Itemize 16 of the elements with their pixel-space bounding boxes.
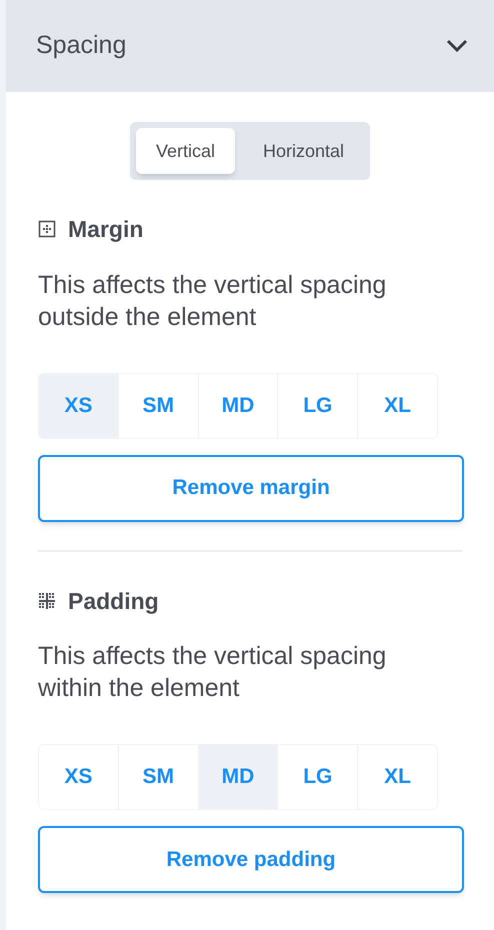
remove-button[interactable]: Remove margin <box>38 454 464 522</box>
direction-tab[interactable]: Horizontal <box>242 128 364 174</box>
size-option[interactable]: XL <box>357 745 437 809</box>
panel-header[interactable]: Spacing <box>6 0 494 92</box>
section-title: Margin <box>68 215 144 244</box>
margin-icon <box>38 220 56 238</box>
direction-tab[interactable]: Vertical <box>136 128 235 174</box>
remove-button[interactable]: Remove padding <box>38 826 464 893</box>
size-option[interactable]: XS <box>39 374 118 438</box>
padding-icon <box>38 592 56 610</box>
section-description: This affects the vertical spacing within the element <box>38 641 388 704</box>
section-description: This affects the vertical spacing outside the element <box>38 270 388 332</box>
size-option[interactable]: XL <box>357 374 437 438</box>
size-option[interactable]: MD <box>198 745 278 809</box>
section-title: Padding <box>68 586 159 616</box>
panel-title: Spacing <box>36 30 126 62</box>
